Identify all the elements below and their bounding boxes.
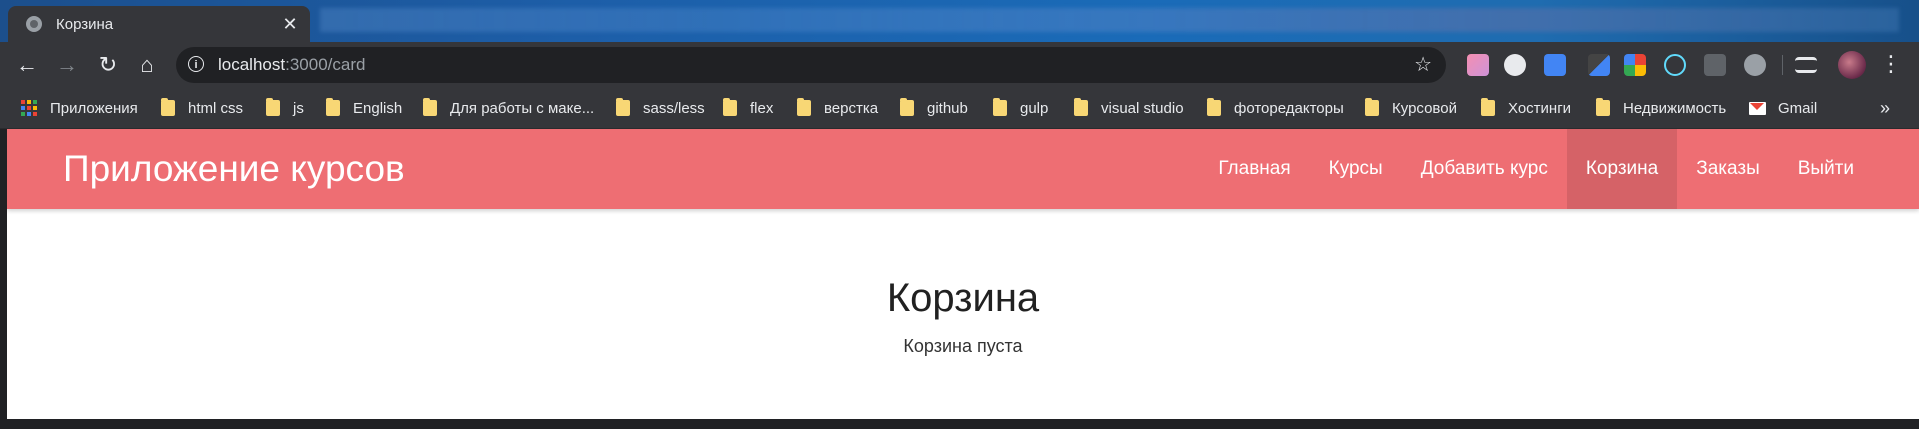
folder-icon xyxy=(900,98,914,116)
bookmark-label: visual studio xyxy=(1101,99,1184,117)
folder-icon xyxy=(423,98,437,116)
blurred-tabs-region xyxy=(320,8,1899,32)
close-icon[interactable]: ✕ xyxy=(280,14,300,35)
bookmark-folder[interactable]: Хостинги xyxy=(1481,88,1571,128)
media-control-icon[interactable] xyxy=(1795,57,1817,73)
color-picker-extension-icon[interactable] xyxy=(1588,54,1610,76)
url-host: localhost xyxy=(218,55,286,74)
globe-icon xyxy=(26,16,42,32)
gmail-icon xyxy=(1749,101,1766,115)
bookmark-label: English xyxy=(353,99,403,117)
bookmark-label: Недвижимость xyxy=(1623,99,1727,117)
bookmark-folder[interactable]: фоторедакторы xyxy=(1207,88,1344,128)
bookmark-folder[interactable]: Недвижимость xyxy=(1596,88,1726,128)
page-viewport: Приложение курсов Главная Курсы Добавить… xyxy=(7,129,1919,419)
bookmark-folder[interactable]: js xyxy=(266,88,304,128)
browser-tab-active[interactable]: Корзина ✕ xyxy=(8,6,310,42)
bookmark-label: Gmail xyxy=(1778,99,1818,117)
folder-icon xyxy=(1596,98,1610,116)
tab-title: Корзина xyxy=(56,15,114,33)
nav-link-cart[interactable]: Корзина xyxy=(1566,129,1678,209)
folder-icon xyxy=(797,98,811,116)
apps-grid-icon xyxy=(21,100,37,116)
apps-extension-icon[interactable] xyxy=(1624,54,1646,76)
toolbar-divider xyxy=(1782,55,1783,75)
reload-icon[interactable]: ↻ xyxy=(94,51,122,79)
bookmark-apps[interactable]: Приложения xyxy=(21,88,138,128)
browser-toolbar: ← → ↻ ⌂ i localhost:3000/card ☆ ⋮ xyxy=(0,42,1919,88)
folder-icon xyxy=(266,98,280,116)
folder-icon xyxy=(1074,98,1088,116)
more-bookmarks-icon[interactable]: » xyxy=(1880,88,1890,128)
extension-icon[interactable] xyxy=(1467,54,1489,76)
bookmark-label: github xyxy=(927,99,968,117)
folder-icon xyxy=(1481,98,1495,116)
bookmark-label: sass/less xyxy=(643,99,705,117)
folder-icon xyxy=(993,98,1007,116)
bookmark-folder[interactable]: верстка xyxy=(797,88,878,128)
nav-link-logout[interactable]: Выйти xyxy=(1779,129,1873,209)
info-icon[interactable]: i xyxy=(188,56,204,72)
folder-icon xyxy=(723,98,737,116)
profile-avatar[interactable] xyxy=(1838,51,1866,79)
url-path: :3000/card xyxy=(285,55,366,74)
bookmark-label: flex xyxy=(750,99,774,117)
main-content: Корзина Корзина пуста xyxy=(7,209,1919,357)
nav-link-courses[interactable]: Курсы xyxy=(1310,129,1402,209)
bookmark-label: gulp xyxy=(1020,99,1049,117)
bookmark-folder[interactable]: flex xyxy=(723,88,773,128)
empty-cart-message: Корзина пуста xyxy=(903,336,1023,356)
nav-link-orders[interactable]: Заказы xyxy=(1677,129,1779,209)
bookmark-folder[interactable]: sass/less xyxy=(616,88,705,128)
bookmark-label: верстка xyxy=(824,99,879,117)
back-arrow-icon[interactable]: ← xyxy=(13,51,41,79)
site-brand-logo[interactable]: Приложение курсов xyxy=(63,147,405,191)
home-icon[interactable]: ⌂ xyxy=(133,51,161,79)
folder-icon xyxy=(1365,98,1379,116)
folder-icon xyxy=(326,98,340,116)
translate-extension-icon[interactable] xyxy=(1544,54,1566,76)
bookmark-folder[interactable]: html css xyxy=(161,88,243,128)
folder-icon xyxy=(616,98,630,116)
bookmark-label: js xyxy=(293,99,304,117)
react-devtools-icon[interactable] xyxy=(1664,54,1686,76)
address-bar[interactable]: i localhost:3000/card ☆ xyxy=(176,47,1446,83)
bookmark-gmail[interactable]: Gmail xyxy=(1749,88,1817,128)
bookmark-label: html css xyxy=(188,99,244,117)
circle-extension-icon[interactable] xyxy=(1744,54,1766,76)
bookmark-folder[interactable]: gulp xyxy=(993,88,1048,128)
bookmark-label: Приложения xyxy=(50,99,138,117)
bookmark-label: Курсовой xyxy=(1392,99,1457,117)
nav-links: Главная Курсы Добавить курс Корзина Зака… xyxy=(1199,129,1873,209)
nav-link-home[interactable]: Главная xyxy=(1199,129,1309,209)
page-title: Корзина xyxy=(886,276,1040,320)
browser-menu-icon[interactable]: ⋮ xyxy=(1880,52,1902,76)
site-navbar: Приложение курсов Главная Курсы Добавить… xyxy=(7,129,1919,209)
bookmark-folder[interactable]: github xyxy=(900,88,968,128)
chat-extension-icon[interactable] xyxy=(1504,54,1526,76)
bookmark-folder[interactable]: English xyxy=(326,88,402,128)
bookmark-folder[interactable]: Курсовой xyxy=(1365,88,1457,128)
browser-tab-strip: Корзина ✕ xyxy=(0,0,1919,42)
folder-icon xyxy=(161,98,175,116)
bookmark-star-icon[interactable]: ☆ xyxy=(1414,52,1432,77)
url-text[interactable]: localhost:3000/card xyxy=(218,55,365,75)
folder-icon xyxy=(1207,98,1221,116)
bookmark-label: фоторедакторы xyxy=(1234,99,1344,117)
layout-extension-icon[interactable] xyxy=(1704,54,1726,76)
window-bottom-edge xyxy=(0,419,1919,429)
bookmark-folder[interactable]: visual studio xyxy=(1074,88,1184,128)
nav-link-add-course[interactable]: Добавить курс xyxy=(1402,129,1567,209)
bookmarks-bar: Приложения html css js English Для работ… xyxy=(0,88,1919,129)
bookmark-label: Для работы с маке... xyxy=(450,99,595,117)
bookmark-label: Хостинги xyxy=(1508,99,1572,117)
forward-arrow-icon[interactable]: → xyxy=(53,51,81,79)
bookmark-folder[interactable]: Для работы с маке... xyxy=(423,88,594,128)
